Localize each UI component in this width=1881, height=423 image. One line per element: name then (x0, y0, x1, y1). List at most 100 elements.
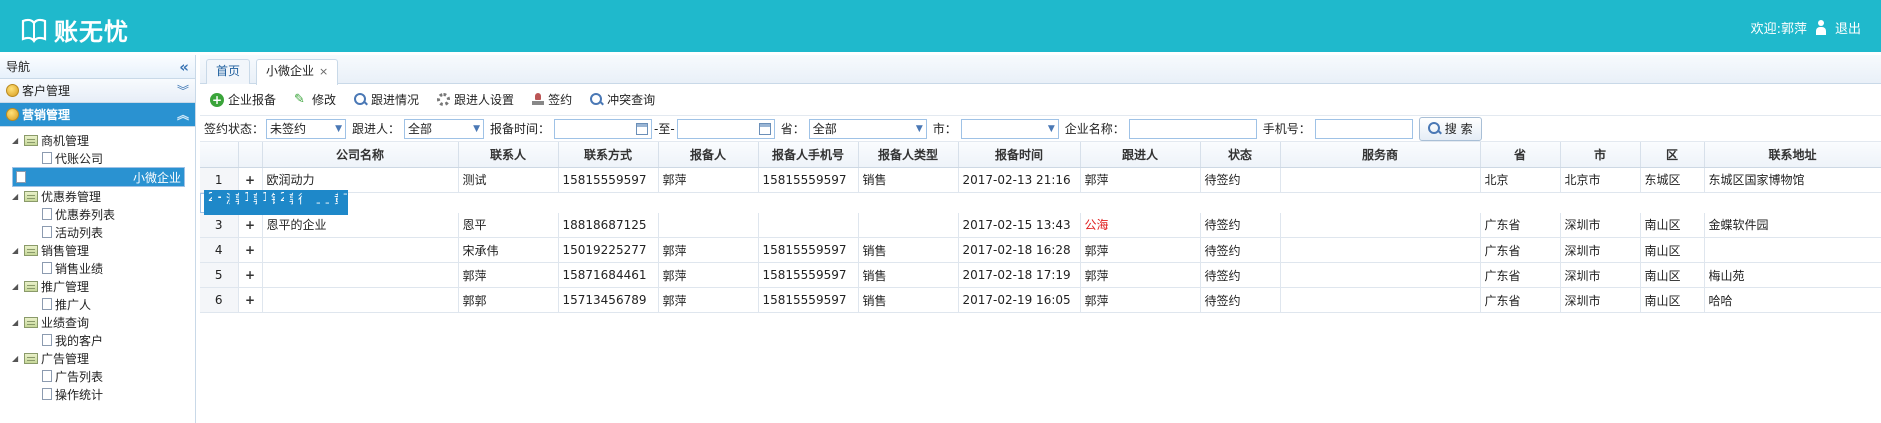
tree-item-promoter[interactable]: 推广人 (12, 295, 195, 313)
sign-button[interactable]: 签约 (532, 91, 572, 108)
calendar-icon[interactable] (636, 122, 649, 135)
cell-phone: 15871684461 (558, 262, 659, 288)
expand-row-icon[interactable]: + (238, 212, 263, 238)
conflict-query-button[interactable]: 冲突查询 (590, 91, 655, 108)
column-header[interactable]: 跟进人 (1080, 142, 1201, 168)
cell-reporter-phone: 15815559597 (258, 190, 267, 215)
collapse-up-icon[interactable]: ︽ (177, 106, 189, 123)
expand-row-icon[interactable]: + (238, 237, 263, 263)
province-select[interactable]: 全部 ▼ (808, 118, 927, 139)
tree-toggle-icon[interactable]: ◢ (12, 282, 21, 291)
expand-row-icon[interactable]: + (213, 190, 222, 215)
cell-company: 恩平的企业 (262, 212, 459, 238)
cell-address: 梅山苑 (1704, 262, 1881, 288)
cell-company: 欧润动力 (262, 167, 459, 193)
table-row[interactable]: 4 + 宋承伟 15019225277 郭萍 15815559597 销售 2017-02-1… (200, 237, 1881, 263)
edit-button[interactable]: ✎ 修改 (294, 91, 336, 108)
cell-address: 下梅林 (339, 190, 348, 215)
tree-item-coupon-list[interactable]: 优惠券列表 (12, 205, 195, 223)
follow-status-button[interactable]: 跟进情况 (354, 91, 419, 108)
tree-toggle-icon[interactable]: ◢ (12, 318, 21, 327)
tree-node-sales[interactable]: ◢ 销售管理 (12, 241, 195, 259)
expand-row-icon[interactable]: + (238, 262, 263, 288)
tree-node-performance-query[interactable]: ◢ 业绩查询 (12, 313, 195, 331)
cell-contact: 宋承伟 (458, 237, 559, 263)
table-row[interactable]: 2+测试郭郭15859621236郭萍15815559597销售2017-02-… (200, 190, 348, 215)
cell-reporter: 郭萍 (658, 287, 759, 313)
column-header[interactable]: 公司名称 (262, 142, 459, 168)
tree-node-promotion[interactable]: ◢ 推广管理 (12, 277, 195, 295)
tree-item-agency[interactable]: 代账公司 (12, 149, 195, 167)
pencil-icon: ✎ (294, 91, 305, 107)
column-header[interactable]: 状态 (1200, 142, 1281, 168)
document-icon (42, 334, 52, 346)
date-to-label: -至- (654, 122, 675, 136)
cell-time: 2017-02-19 16:05 (958, 287, 1081, 313)
expand-row-icon[interactable]: + (238, 287, 263, 313)
tab-micro-enterprise[interactable]: 小微企业 × (256, 59, 339, 85)
tree-item-ad-list[interactable]: 广告列表 (12, 367, 195, 385)
expand-down-icon[interactable]: ︾ (177, 82, 189, 99)
accordion-marketing-management[interactable]: 营销管理 ︽ (0, 103, 195, 127)
cell-contact: 郭郭 (458, 287, 559, 313)
tab-home[interactable]: 首页 (206, 59, 251, 84)
city-select[interactable]: ▼ (960, 118, 1059, 139)
cell-province: 广东省 (1480, 212, 1561, 238)
cell-province: 广东省 (1480, 262, 1561, 288)
column-header[interactable]: 服务商 (1280, 142, 1481, 168)
tree-toggle-icon[interactable]: ◢ (12, 354, 21, 363)
expand-row-icon[interactable]: + (238, 167, 263, 193)
cell-reporter-type: 销售 (858, 237, 959, 263)
phone-input[interactable] (1314, 118, 1413, 139)
tree-item-micro-enterprise[interactable]: 小微企业 (12, 167, 185, 187)
column-header[interactable]: 报备时间 (958, 142, 1081, 168)
document-icon (42, 262, 52, 274)
tree-toggle-icon[interactable]: ◢ (12, 246, 21, 255)
app-header: 账无忧 欢迎:郭萍 退出 (0, 0, 1881, 52)
collapse-sidebar-icon[interactable]: « (179, 58, 189, 76)
cell-address: 东城区国家博物馆 (1704, 167, 1881, 193)
table-row[interactable]: 1 + 欧润动力 测试 15815559597 郭萍 15815559597 销售 2017-0… (200, 167, 1881, 193)
column-header[interactable]: 联系人 (458, 142, 559, 168)
assign-follower-button[interactable]: 跟进人设置 (437, 91, 514, 108)
tree-toggle-icon[interactable]: ◢ (12, 136, 21, 145)
start-date-input[interactable] (554, 118, 653, 139)
cell-contact: 郭郭 (231, 190, 240, 215)
accordion-customer-management[interactable]: 客户管理 ︾ (0, 79, 195, 103)
column-header[interactable]: 省 (1480, 142, 1561, 168)
add-report-button[interactable]: + 企业报备 (210, 91, 276, 108)
column-header[interactable]: 报备人手机号 (758, 142, 859, 168)
calendar-icon[interactable] (758, 122, 771, 135)
tree-node-opportunity[interactable]: ◢ 商机管理 (12, 131, 195, 149)
logout-link[interactable]: 退出 (1835, 18, 1861, 37)
column-header[interactable]: 报备人 (658, 142, 759, 168)
document-icon (42, 152, 52, 164)
column-header[interactable]: 联系方式 (558, 142, 659, 168)
table-header-row: 公司名称 联系人 联系方式 报备人 报备人手机号 报备人类型 报备时间 跟进人 … (200, 142, 1881, 168)
table-row[interactable]: 6 + 郭郭 15713456789 郭萍 15815559597 销售 2017-02-19… (200, 287, 1881, 313)
close-tab-icon[interactable]: × (319, 65, 328, 78)
end-date-input[interactable] (676, 118, 775, 139)
follower-select[interactable]: 全部 ▼ (404, 118, 485, 139)
column-header[interactable]: 区 (1640, 142, 1705, 168)
tree-item-sales-performance[interactable]: 销售业绩 (12, 259, 195, 277)
tree-item-operation-stats[interactable]: 操作统计 (12, 385, 195, 403)
column-header[interactable]: 市 (1560, 142, 1641, 168)
cell-company (262, 287, 459, 313)
search-button[interactable]: 搜 索 (1418, 116, 1482, 141)
tree-toggle-icon[interactable]: ◢ (12, 192, 21, 201)
table-row[interactable]: 3 + 恩平的企业 恩平 18818687125 2017-02-15 13:43 公海 待签… (200, 212, 1881, 238)
tree-node-ads[interactable]: ◢ 广告管理 (12, 349, 195, 367)
column-header[interactable]: 联系地址 (1704, 142, 1881, 168)
tree-node-coupon[interactable]: ◢ 优惠券管理 (12, 187, 195, 205)
cell-province: 北京 (1480, 167, 1561, 193)
column-header-expand (238, 142, 263, 168)
column-header[interactable]: 报备人类型 (858, 142, 959, 168)
tree-item-activity-list[interactable]: 活动列表 (12, 223, 195, 241)
cell-phone: 15815559597 (558, 167, 659, 193)
tree-item-my-customers[interactable]: 我的客户 (12, 331, 195, 349)
status-select[interactable]: 未签约 ▼ (266, 118, 347, 139)
company-name-input[interactable] (1128, 118, 1257, 139)
table-row[interactable]: 5 + 郭萍 15871684461 郭萍 15815559597 销售 2017-02-18… (200, 262, 1881, 288)
document-icon (42, 226, 52, 238)
